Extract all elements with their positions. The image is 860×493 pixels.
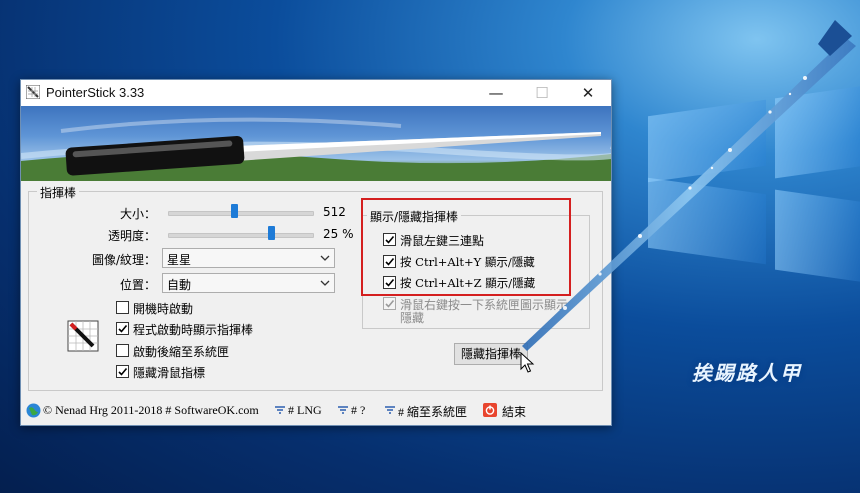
- mouse-cursor-icon: [520, 352, 535, 373]
- pointer-stick-wand: [522, 20, 856, 351]
